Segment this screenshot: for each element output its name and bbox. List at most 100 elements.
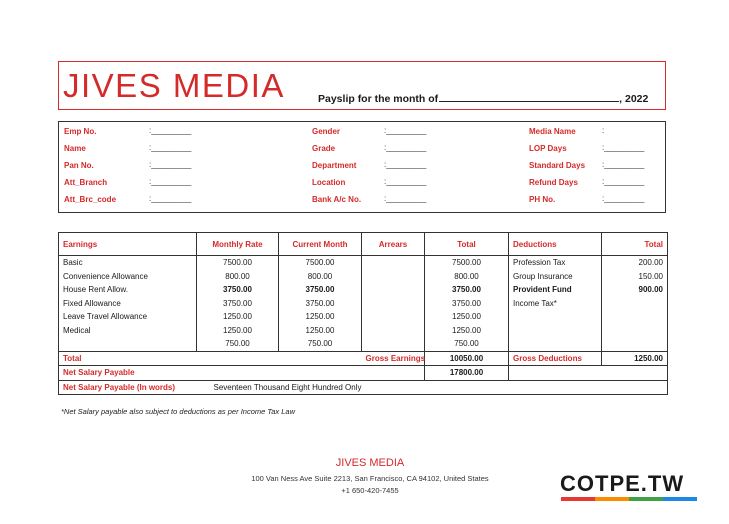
current-month: 1250.00 [278, 323, 362, 337]
deduction-total [601, 337, 668, 351]
pan-no-value: :_________ [149, 160, 192, 169]
ph-no-value: :_________ [602, 194, 645, 203]
arrears-header: Arrears [361, 232, 425, 256]
current-month: 3750.00 [278, 296, 362, 310]
gross-deductions-label: Gross Deductions [508, 350, 602, 366]
watermark-bar-red [561, 497, 595, 501]
net-salary-words-row: Net Salary Payable (In words) Seventeen … [58, 379, 668, 395]
monthly-rate: 1250.00 [196, 310, 279, 324]
net-salary-row: Net Salary Payable 17800.00 [58, 365, 668, 381]
company-logo: JIVES MEDIA [63, 67, 285, 104]
name-value: :_________ [149, 143, 192, 152]
lop-days-value: :_________ [602, 143, 645, 152]
earning-name [58, 337, 197, 351]
location-label: Location [312, 178, 346, 187]
table-row: Convenience Allowance 800.00 800.00 800.… [58, 269, 668, 283]
current-month: 1250.00 [278, 310, 362, 324]
current-month-header: Current Month [278, 232, 362, 256]
footer-phone: +1 650-420-7455 [341, 486, 399, 495]
refund-days-value: :_________ [602, 177, 645, 186]
monthly-rate: 3750.00 [196, 283, 279, 297]
watermark-bar-blue [663, 497, 697, 501]
deduction-name: Profession Tax [508, 255, 602, 270]
deduction-name [508, 310, 602, 324]
deduction-name [508, 323, 602, 337]
deduction-name [508, 337, 602, 351]
table-row: 750.00 750.00 750.00 [58, 337, 668, 351]
earning-name: Medical [58, 323, 197, 337]
table-row: House Rent Allow. 3750.00 3750.00 3750.0… [58, 283, 668, 297]
net-salary-blank [508, 365, 668, 380]
arrears [361, 337, 425, 351]
footer-address: 100 Van Ness Ave Suite 2213, San Francis… [251, 474, 489, 483]
earnings-deductions-table: Earnings Monthly Rate Current Month Arre… [58, 232, 668, 395]
att-branch-value: :_________ [149, 177, 192, 186]
table-row: Basic 7500.00 7500.00 7500.00 Profession… [58, 255, 668, 270]
emp-no-label: Emp No. [64, 127, 97, 136]
footer-company: JIVES MEDIA [335, 457, 405, 469]
deduction-total: 900.00 [601, 283, 668, 297]
deductions-header: Deductions [508, 232, 602, 256]
att-brc-code-label: Att_Brc_code [64, 195, 117, 204]
emp-no-value: :_________ [149, 126, 192, 135]
earning-total: 3750.00 [424, 283, 509, 297]
net-salary-words-label: Net Salary Payable (In words) [58, 379, 197, 395]
monthly-rate: 800.00 [196, 269, 279, 283]
earning-total: 3750.00 [424, 296, 509, 310]
gross-deductions-value: 1250.00 [601, 350, 668, 366]
location-value: :_________ [384, 177, 427, 186]
deduction-total [601, 296, 668, 310]
net-salary-words-value: Seventeen Thousand Eight Hundred Only [196, 379, 668, 395]
arrears [361, 296, 425, 310]
table-header-row: Earnings Monthly Rate Current Month Arre… [58, 232, 668, 256]
monthly-rate: 750.00 [196, 337, 279, 351]
gross-earnings-value: 10050.00 [424, 350, 509, 366]
earning-name: Basic [58, 255, 197, 270]
grade-value: :_________ [384, 143, 427, 152]
monthly-rate: 7500.00 [196, 255, 279, 270]
gender-label: Gender [312, 127, 341, 136]
table-row: Fixed Allowance 3750.00 3750.00 3750.00 … [58, 296, 668, 310]
att-branch-label: Att_Branch [64, 178, 108, 187]
name-label: Name [64, 144, 86, 153]
month-blank [439, 91, 620, 102]
arrears [361, 310, 425, 324]
watermark-bar-orange [595, 497, 629, 501]
bank-account-label: Bank A/c No. [312, 195, 362, 204]
lop-days-label: LOP Days [529, 144, 567, 153]
payslip-label-text: Payslip for the month of [318, 93, 439, 105]
pan-no-label: Pan No. [64, 161, 94, 170]
total-header: Total [424, 232, 509, 256]
gross-earnings-label: Gross Earnings [361, 350, 425, 366]
arrears [361, 323, 425, 337]
deduction-total: 200.00 [601, 255, 668, 270]
net-salary-value: 17800.00 [424, 365, 509, 381]
deductions-total-header: Total [601, 232, 668, 256]
net-salary-label: Net Salary Payable [58, 365, 425, 381]
monthly-rate: 1250.00 [196, 323, 279, 337]
standard-days-label: Standard Days [529, 161, 586, 170]
earnings-header: Earnings [58, 232, 197, 256]
deduction-total [601, 310, 668, 324]
earning-total: 750.00 [424, 337, 509, 351]
media-name-value: : [602, 126, 605, 135]
payslip-header: JIVES MEDIA Payslip for the month of , 20… [58, 61, 666, 110]
monthly-rate: 3750.00 [196, 296, 279, 310]
watermark-bar-green [629, 497, 663, 501]
monthly-rate-header: Monthly Rate [196, 232, 279, 256]
watermark-logo: COTPE.TW [560, 471, 685, 496]
earning-name: House Rent Allow. [58, 283, 197, 297]
table-row: Medical 1250.00 1250.00 1250.00 [58, 323, 668, 337]
employee-info-box: Emp No. :_________ Name :_________ Pan N… [58, 121, 666, 213]
gender-value: :_________ [384, 126, 427, 135]
total-label: Total [58, 350, 362, 366]
bank-account-value: :_________ [384, 194, 427, 203]
arrears [361, 269, 425, 283]
table-row: Leave Travel Allowance 1250.00 1250.00 1… [58, 310, 668, 324]
department-value: :_________ [384, 160, 427, 169]
deduction-name: Group Insurance [508, 269, 602, 283]
current-month: 7500.00 [278, 255, 362, 270]
earning-total: 7500.00 [424, 255, 509, 270]
earning-total: 1250.00 [424, 310, 509, 324]
earning-name: Fixed Allowance [58, 296, 197, 310]
